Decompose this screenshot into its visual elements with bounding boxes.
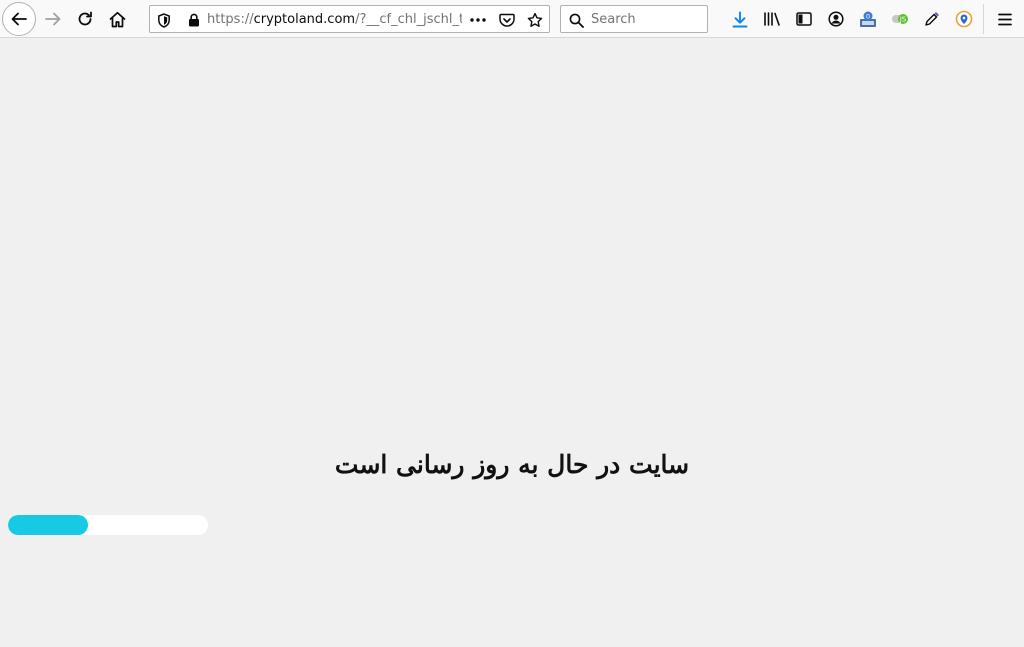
sidebar-icon: [796, 12, 812, 26]
menu-button[interactable]: [989, 3, 1021, 35]
reload-icon: [78, 11, 92, 26]
loading-progress-bar: [8, 515, 208, 535]
url-prefix: https://: [207, 12, 254, 27]
eyedropper-button[interactable]: [916, 3, 948, 35]
library-icon: [764, 12, 780, 26]
account-button[interactable]: [820, 3, 852, 35]
search-placeholder: Search: [591, 12, 636, 27]
shield-icon[interactable]: [156, 12, 172, 28]
download-icon: [732, 11, 748, 27]
magnifier-icon: [568, 12, 584, 28]
address-bar[interactable]: https://cryptoland.com/?__cf_chl_jschl_t…: [149, 5, 550, 33]
library-button[interactable]: [756, 3, 788, 35]
star-icon[interactable]: [527, 12, 543, 28]
svg-text:0: 0: [866, 12, 870, 20]
extension-button-3[interactable]: [948, 3, 980, 35]
forward-arrow-icon: [45, 12, 61, 26]
back-arrow-icon: [11, 12, 27, 26]
svg-text:JS: JS: [899, 16, 907, 24]
hamburger-menu-icon: [998, 13, 1012, 25]
back-button[interactable]: [2, 2, 36, 36]
home-icon: [109, 11, 125, 27]
browser-toolbar: https://cryptoland.com/?__cf_chl_jschl_t…: [0, 0, 1024, 38]
search-bar[interactable]: Search: [560, 5, 708, 33]
downloads-button[interactable]: [724, 3, 756, 35]
sidebar-button[interactable]: [788, 3, 820, 35]
extension-icon: JS: [892, 14, 908, 24]
url-host: cryptoland.com: [253, 12, 356, 27]
reload-button[interactable]: [69, 3, 101, 35]
lock-icon[interactable]: [186, 12, 202, 28]
extension-icon: [955, 10, 973, 28]
forward-button[interactable]: [37, 3, 69, 35]
more-icon[interactable]: [470, 12, 486, 28]
maintenance-message: سایت در حال به روز رسانی است: [334, 450, 690, 479]
pocket-icon[interactable]: [499, 12, 515, 28]
loading-progress-fill: [8, 515, 88, 535]
extension-icon: 0: [860, 11, 876, 27]
account-icon: [828, 11, 844, 27]
home-button[interactable]: [101, 3, 133, 35]
extension-button-2[interactable]: JS: [884, 3, 916, 35]
eyedropper-icon: [925, 12, 939, 26]
extension-button-1[interactable]: 0: [852, 3, 884, 35]
url-text[interactable]: https://cryptoland.com/?__cf_chl_jschl_t…: [207, 12, 462, 28]
toolbar-divider: [983, 4, 984, 34]
url-path: /?__cf_chl_jschl_tk_: [355, 12, 462, 27]
